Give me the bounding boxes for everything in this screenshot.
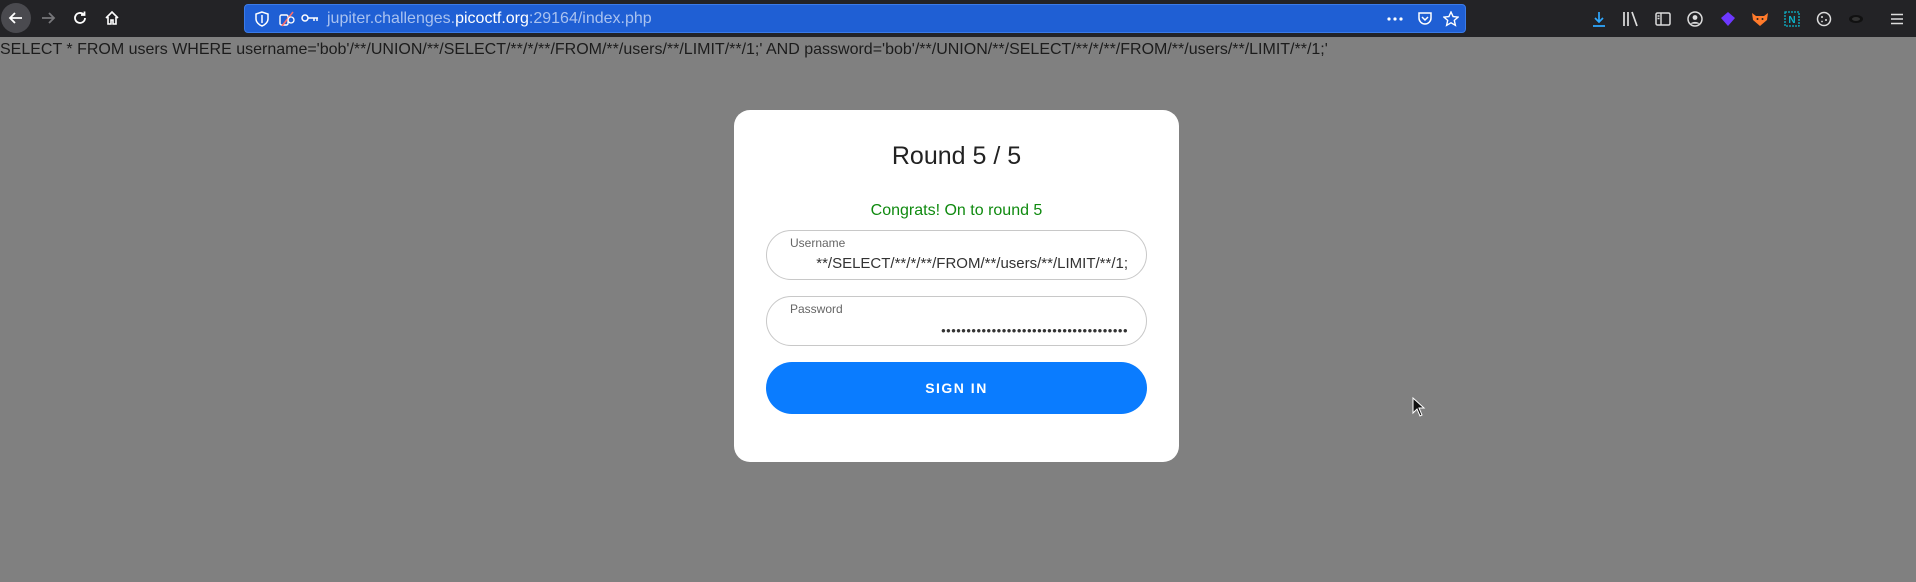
browser-toolbar: jupiter.challenges.picoctf.org:29164/ind… — [0, 0, 1916, 37]
back-button[interactable] — [1, 3, 31, 33]
home-button[interactable] — [97, 3, 127, 33]
download-icon[interactable] — [1588, 8, 1610, 30]
sql-query-text: SELECT * FROM users WHERE username='bob'… — [0, 41, 1328, 58]
password-value: ••••••••••••••••••••••••••••••••••••• — [941, 323, 1128, 338]
arrow-right-icon — [42, 12, 56, 24]
url-suffix: :29164/index.php — [528, 10, 652, 27]
extension-purple-icon[interactable] — [1717, 8, 1739, 30]
key-icon[interactable] — [301, 11, 319, 25]
menu-icon[interactable] — [1886, 8, 1908, 30]
extension-n-icon[interactable]: N — [1781, 8, 1803, 30]
url-text[interactable]: jupiter.challenges.picoctf.org:29164/ind… — [327, 5, 652, 32]
more-actions-icon[interactable] — [1387, 17, 1403, 21]
password-input[interactable]: ••••••••••••••••••••••••••••••••••••• — [790, 323, 1128, 338]
sign-in-button[interactable]: SIGN IN — [766, 362, 1147, 414]
username-field[interactable]: Username **/SELECT/**/*/**/FROM/**/users… — [766, 230, 1147, 280]
username-label: Username — [790, 236, 846, 250]
password-field[interactable]: Password •••••••••••••••••••••••••••••••… — [766, 296, 1147, 346]
reload-button[interactable] — [65, 3, 95, 33]
sidebar-icon[interactable] — [1652, 8, 1674, 30]
username-input[interactable]: **/SELECT/**/*/**/FROM/**/users/**/LIMIT… — [790, 255, 1128, 272]
svg-text:N: N — [1788, 15, 1795, 26]
site-permissions-icon[interactable] — [279, 11, 295, 27]
username-value: **/SELECT/**/*/**/FROM/**/users/**/LIMIT… — [816, 255, 1128, 272]
account-icon[interactable] — [1684, 8, 1706, 30]
pocket-icon[interactable] — [1417, 11, 1433, 26]
bookmark-star-icon[interactable] — [1443, 11, 1459, 27]
forward-button[interactable] — [33, 3, 63, 33]
cookie-icon[interactable] — [1813, 8, 1835, 30]
url-prefix: jupiter.challenges. — [327, 10, 456, 27]
home-icon — [105, 10, 119, 25]
round-title: Round 5 / 5 — [891, 142, 1022, 170]
status-message: Congrats! On to round 5 — [870, 202, 1043, 219]
shield-icon[interactable] — [255, 11, 269, 27]
mouse-cursor-icon — [1412, 397, 1426, 417]
extension-dark-icon[interactable] — [1845, 8, 1867, 30]
extension-fox-icon[interactable] — [1749, 8, 1771, 30]
login-card: Round 5 / 5 Congrats! On to round 5 User… — [734, 110, 1179, 462]
url-bar[interactable]: jupiter.challenges.picoctf.org:29164/ind… — [244, 4, 1466, 33]
url-domain: picoctf.org — [455, 10, 529, 27]
library-icon[interactable] — [1620, 8, 1642, 30]
reload-icon — [74, 11, 86, 24]
password-label: Password — [790, 302, 843, 316]
arrow-left-icon — [8, 12, 22, 24]
